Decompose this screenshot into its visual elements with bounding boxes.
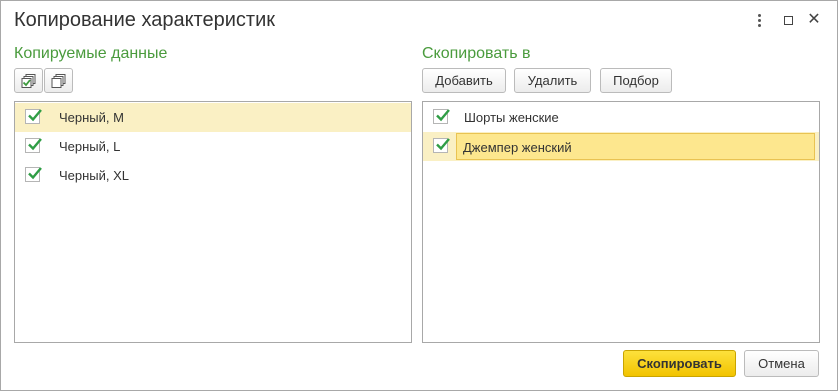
list-item[interactable]: Шорты женские bbox=[423, 103, 819, 132]
add-button[interactable]: Добавить bbox=[422, 68, 506, 93]
list-item-label: Шорты женские bbox=[464, 110, 559, 125]
list-item-edit-cell[interactable]: Джемпер женский bbox=[456, 133, 815, 160]
delete-button[interactable]: Удалить bbox=[514, 68, 591, 93]
item-checkbox[interactable] bbox=[433, 109, 450, 124]
maximize-icon[interactable] bbox=[779, 11, 797, 29]
source-list: Черный, M Черный, L Черный, XL bbox=[14, 101, 412, 343]
list-item-label: Черный, M bbox=[59, 110, 124, 125]
list-item[interactable]: Джемпер женский bbox=[423, 132, 819, 161]
item-checkbox[interactable] bbox=[25, 109, 42, 124]
target-list: Шорты женские Джемпер женский bbox=[422, 101, 820, 343]
close-icon[interactable]: ✕ bbox=[805, 11, 823, 29]
select-button[interactable]: Подбор bbox=[600, 68, 672, 93]
left-section-label: Копируемые данные bbox=[14, 45, 168, 62]
item-checkbox[interactable] bbox=[25, 167, 42, 182]
right-section-label: Скопировать в bbox=[422, 45, 531, 62]
item-checkbox[interactable] bbox=[433, 138, 450, 153]
item-checkbox[interactable] bbox=[25, 138, 42, 153]
list-item-label: Черный, L bbox=[59, 139, 121, 154]
window-title: Копирование характеристик bbox=[14, 9, 275, 31]
dialog-window: Копирование характеристик ✕ Копируемые д… bbox=[0, 0, 838, 391]
check-all-icon bbox=[21, 73, 37, 89]
list-item-label: Черный, XL bbox=[59, 168, 130, 183]
check-all-button[interactable] bbox=[14, 68, 43, 93]
list-item[interactable]: Черный, L bbox=[15, 132, 411, 161]
more-icon[interactable] bbox=[750, 11, 768, 29]
list-item[interactable]: Черный, M bbox=[15, 103, 411, 132]
list-item[interactable]: Черный, XL bbox=[15, 161, 411, 190]
uncheck-all-button[interactable] bbox=[44, 68, 73, 93]
copy-button[interactable]: Скопировать bbox=[623, 350, 736, 377]
list-item-label: Джемпер женский bbox=[463, 140, 572, 155]
uncheck-all-icon bbox=[51, 73, 67, 89]
cancel-button[interactable]: Отмена bbox=[744, 350, 819, 377]
